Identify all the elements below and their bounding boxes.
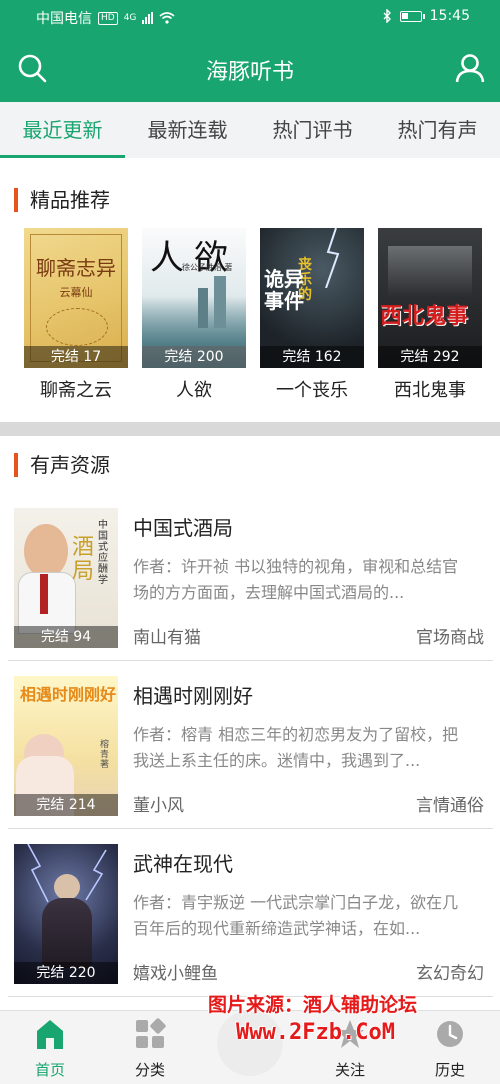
carrier-name: 中国电信 (36, 11, 92, 27)
book-status: 完结 94 (14, 626, 118, 648)
nav-history-label: 历史 (434, 1061, 465, 1079)
cover-title: 聊斋志异 (36, 256, 116, 280)
status-right: 15:45 (382, 8, 470, 24)
recommend-section-title: 精品推荐 (14, 188, 110, 212)
book-cover[interactable]: 相遇时刚刚好 榕青 著 完结 214 (14, 676, 118, 816)
battery-icon (399, 10, 425, 22)
wifi-icon (159, 12, 175, 24)
book-cover[interactable]: 酒局 中国式 应酬学 完结 94 (14, 508, 118, 648)
home-icon (37, 1020, 63, 1049)
tab-hot-audio[interactable]: 热门有声 (375, 102, 500, 158)
section-divider (0, 422, 500, 436)
nav-home-label: 首页 (34, 1061, 65, 1079)
book-cover[interactable]: 聊斋志异 云幕仙 完结 17 (24, 228, 128, 368)
book-name[interactable]: 聊斋之云 (14, 376, 138, 402)
book-name[interactable]: 一个丧乐 (250, 376, 374, 402)
book-narrator: 董小风 (133, 796, 184, 816)
list-item[interactable]: 完结 220 武神在现代 作者：青宇叛逆 一代武宗掌门白子龙，欲在几百年后的现代… (0, 828, 500, 996)
book-cover[interactable]: 人欲 徐公子胜治 著 完结 200 (142, 228, 246, 368)
tab-recent-updates[interactable]: 最近更新 (0, 102, 125, 158)
signal-icon (142, 12, 154, 24)
category-icon (136, 1018, 166, 1048)
tab-hot-storytelling[interactable]: 热门评书 (250, 102, 375, 158)
book-cover[interactable]: 完结 220 (14, 844, 118, 984)
recommend-book-card[interactable]: 西北鬼事 完结 292 西北鬼事 (378, 228, 482, 401)
book-status: 完结 17 (24, 346, 128, 368)
book-status: 完结 292 (378, 346, 482, 368)
book-description: 作者：青宇叛逆 一代武宗掌门白子龙，欲在几百年后的现代重新缔造武学神话，在如..… (133, 893, 459, 938)
clock-time: 15:45 (429, 8, 470, 24)
book-status: 完结 200 (142, 346, 246, 368)
book-name[interactable]: 西北鬼事 (368, 376, 492, 402)
cover-subtitle: 中国式 应酬学 (98, 520, 108, 586)
lightning-icon (27, 844, 107, 903)
watermark-line-1: 图片来源：酒人辅助论坛 (208, 994, 418, 1016)
app-bar: 海豚听书 (0, 34, 500, 102)
nav-follow-label: 关注 (334, 1061, 365, 1079)
tab-latest-serial[interactable]: 最新连载 (125, 102, 250, 158)
cover-title: 诡异事件 (264, 267, 304, 313)
list-item[interactable]: 相遇时刚刚好 榕青 著 完结 214 相遇时刚刚好 作者：榕青 相恋三年的初恋男… (0, 660, 500, 828)
lightning-icon (325, 228, 340, 288)
cover-title: 酒局 (72, 535, 95, 584)
book-description: 作者：榕青 相恋三年的初恋男友为了留校，把我送上系主任的床。迷情中，我遇到了..… (133, 725, 459, 770)
cover-title: 相遇时刚刚好 (20, 685, 117, 704)
book-cover[interactable]: 西北鬼事 完结 292 (378, 228, 482, 368)
recommend-book-card[interactable]: 人欲 徐公子胜治 著 完结 200 人欲 (142, 228, 246, 401)
user-icon[interactable] (454, 52, 486, 84)
book-genre: 官场商战 (416, 628, 484, 648)
audio-section-title: 有声资源 (14, 453, 110, 477)
network-type: 4G (123, 13, 137, 23)
cover-title: 西北鬼事 (380, 304, 469, 329)
book-genre: 玄幻奇幻 (416, 964, 484, 984)
book-name[interactable]: 武神在现代 (133, 848, 233, 877)
nav-category[interactable]: 分类 (110, 1011, 190, 1084)
status-left: 中国电信 HD 4G (36, 8, 175, 28)
book-narrator: 嬉戏小鲤鱼 (133, 964, 218, 984)
book-genre: 言情通俗 (416, 796, 484, 816)
cover-subtitle: 榕青 著 (100, 740, 110, 770)
book-name[interactable]: 相遇时刚刚好 (133, 680, 253, 709)
hd-badge: HD (98, 11, 118, 25)
watermark-line-2: Www.2Fzb.CoM (236, 1020, 395, 1045)
cover-subtitle: 徐公子胜治 著 (182, 263, 233, 272)
list-item[interactable]: 酒局 中国式 应酬学 完结 94 中国式酒局 作者：许开祯 书以独特的视角，审视… (0, 492, 500, 660)
book-status: 完结 214 (14, 794, 118, 816)
book-description: 作者：许开祯 书以独特的视角，审视和总结官场的方方面面，去理解中国式酒局的... (133, 557, 459, 602)
book-status: 完结 220 (14, 962, 118, 984)
watermark: 图片来源：酒人辅助论坛 Www.2Fzb.CoM (208, 990, 500, 1060)
recommend-book-card[interactable]: 丧乐的 诡异事件 完结 162 一个丧乐 (260, 228, 364, 401)
status-bar: 中国电信 HD 4G 15:45 (0, 0, 500, 34)
bluetooth-icon (383, 9, 391, 23)
book-narrator: 南山有猫 (133, 628, 201, 648)
app-title: 海豚听书 (205, 60, 294, 85)
nav-home[interactable]: 首页 (10, 1011, 90, 1084)
book-cover[interactable]: 丧乐的 诡异事件 完结 162 (260, 228, 364, 368)
book-name[interactable]: 中国式酒局 (133, 512, 233, 541)
book-name[interactable]: 人欲 (132, 376, 256, 402)
recommend-book-card[interactable]: 聊斋志异 云幕仙 完结 17 聊斋之云 (24, 228, 128, 401)
book-status: 完结 162 (260, 346, 364, 368)
nav-category-label: 分类 (134, 1061, 165, 1079)
tab-bar: 最近更新 最新连载 热门评书 热门有声 (0, 102, 500, 158)
cover-subtitle: 云幕仙 (59, 286, 93, 299)
